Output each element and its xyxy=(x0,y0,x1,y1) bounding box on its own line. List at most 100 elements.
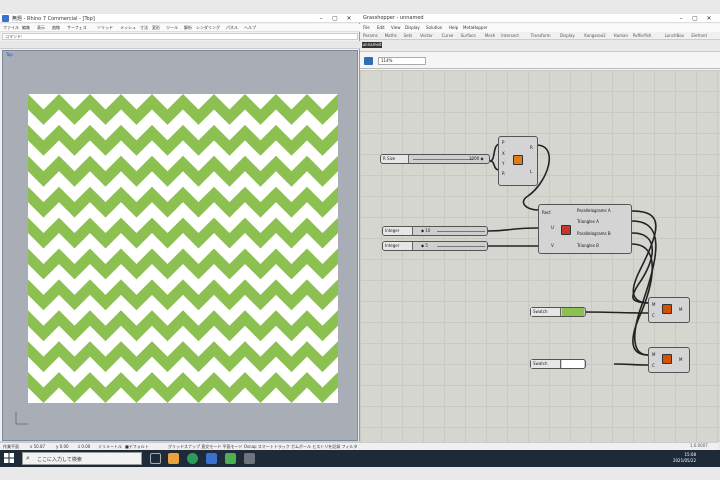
rhino-menu-edit[interactable]: 編集 xyxy=(22,25,30,31)
rect-output-l[interactable]: L xyxy=(530,169,532,174)
gh-minimize-icon[interactable]: – xyxy=(676,15,686,22)
rhino-menu-view[interactable]: 表示 xyxy=(37,25,45,31)
rhino-menu-surface[interactable]: サーフェス xyxy=(67,25,87,31)
gh-tab-6[interactable]: Mesh xyxy=(485,33,496,38)
gh-menu-view[interactable]: View xyxy=(391,25,401,30)
rect-input-p[interactable]: P xyxy=(502,140,504,145)
grid-output-par-b[interactable]: Parallelograms B xyxy=(577,231,611,236)
windows-start-icon[interactable] xyxy=(4,453,14,463)
swatch-white[interactable]: Swatch xyxy=(530,359,586,369)
grasshopper-taskbar-icon[interactable] xyxy=(225,453,236,464)
integer-slider-v-rail[interactable] xyxy=(437,246,485,247)
integer-slider-u-rail[interactable] xyxy=(437,231,485,232)
rhino-menu-mesh[interactable]: メッシュ xyxy=(120,25,136,31)
rhino-menu-dimension[interactable]: 寸法 xyxy=(140,25,148,31)
rhino-menu-solid[interactable]: ソリッド xyxy=(97,25,113,31)
close-icon[interactable]: ✕ xyxy=(344,15,354,22)
preview-2-output[interactable]: M xyxy=(679,357,682,362)
gh-menu-edit[interactable]: Edit xyxy=(377,25,385,30)
triangle-grid-component[interactable]: Rect U V Parallelograms A Triangles A Pa… xyxy=(538,204,632,254)
swatch-green[interactable]: Swatch xyxy=(530,307,586,317)
rhino-menu-analyze[interactable]: 解析 xyxy=(184,25,192,31)
task-view-icon[interactable] xyxy=(150,453,161,464)
rect-input-r[interactable]: R xyxy=(502,171,505,176)
integer-slider-v-value: ◆ 5 xyxy=(421,243,428,248)
gh-tab-7[interactable]: Intersect xyxy=(501,33,519,38)
custom-preview-2[interactable]: M C M xyxy=(648,347,690,373)
integer-slider-u[interactable]: Integer ◆ 10 xyxy=(382,226,488,236)
grid-output-tri-a[interactable]: Triangles A xyxy=(577,219,599,224)
size-slider[interactable]: R Size 1000 ◆ xyxy=(380,154,490,164)
preview-2-input-m[interactable]: M xyxy=(652,352,655,357)
gh-tab-10[interactable]: Kangaroo2 xyxy=(584,33,606,38)
gh-tab-12[interactable]: Pufferfish xyxy=(633,33,652,38)
tray-clock[interactable]: 15:08 2021/05/22 xyxy=(673,452,696,464)
command-line[interactable]: コマンド: xyxy=(2,33,358,40)
gh-tab-3[interactable]: Vector xyxy=(420,33,433,38)
swatch-white-color[interactable] xyxy=(562,360,584,368)
grid-input-u[interactable]: U xyxy=(551,225,554,230)
gh-menu-metahopper[interactable]: MetaHopper xyxy=(463,25,488,30)
size-slider-rail[interactable] xyxy=(413,159,473,160)
gh-tab-4[interactable]: Curve xyxy=(442,33,454,38)
gh-tab-14[interactable]: Elefront xyxy=(691,33,707,38)
gh-close-icon[interactable]: ✕ xyxy=(704,15,714,22)
gh-tab-2[interactable]: Sets xyxy=(404,33,413,38)
taskbar-search-box[interactable]: ⌕ ここに入力して検索 xyxy=(22,452,142,465)
grasshopper-window: Grasshopper - unnamed – ▢ ✕ File Edit Vi… xyxy=(360,14,720,448)
app-taskbar-icon[interactable] xyxy=(244,453,255,464)
rhino-menu-help[interactable]: ヘルプ xyxy=(244,25,256,31)
rect-output-r[interactable]: R xyxy=(530,145,533,150)
size-slider-value: 1000 ◆ xyxy=(469,156,484,161)
gh-tab-9[interactable]: Display xyxy=(560,33,575,38)
top-viewport[interactable]: Top xyxy=(2,50,358,441)
rhino-menu-render[interactable]: レンダリング xyxy=(196,25,220,31)
preview-1-output[interactable]: M xyxy=(679,307,682,312)
swatch-green-color[interactable] xyxy=(562,308,584,316)
gh-tab-13[interactable]: LunchBox xyxy=(665,33,684,38)
gh-version: 1.0.0007 xyxy=(690,443,708,448)
rhino-menu-curve[interactable]: 曲線 xyxy=(52,25,60,31)
preview-1-input-m[interactable]: M xyxy=(652,302,655,307)
grid-icon xyxy=(561,225,571,235)
gh-tab-1[interactable]: Maths xyxy=(385,33,397,38)
status-bar: 作業平面 x 50.87 y 0.00 z 0.00 ミリメートル ■デフォルト… xyxy=(0,442,718,450)
gh-menu-help[interactable]: Help xyxy=(449,25,458,30)
minimize-icon[interactable]: – xyxy=(316,15,326,22)
rhino-menu-file[interactable]: ファイル xyxy=(3,25,19,31)
chrome-icon[interactable] xyxy=(187,453,198,464)
rect-input-y[interactable]: Y xyxy=(502,161,504,166)
gh-canvas[interactable]: R Size 1000 ◆ P X Y R R L Rect U V Paral… xyxy=(360,70,720,442)
integer-slider-v[interactable]: Integer ◆ 5 xyxy=(382,241,488,251)
tray-date: 2021/05/22 xyxy=(672,458,696,463)
rhino-menu-bar: ファイル 編集 表示 曲線 サーフェス ソリッド メッシュ 寸法 変形 ツール … xyxy=(0,24,360,32)
gh-document-tabs: unnamed xyxy=(360,40,720,52)
save-icon[interactable] xyxy=(364,57,373,65)
grid-input-rect[interactable]: Rect xyxy=(542,210,551,215)
preview-1-input-c[interactable]: C xyxy=(652,313,655,318)
gh-document-tab[interactable]: unnamed xyxy=(362,42,382,48)
file-explorer-icon[interactable] xyxy=(168,453,179,464)
rhino-menu-tools[interactable]: ツール xyxy=(166,25,178,31)
gh-tab-11[interactable]: Human xyxy=(614,33,628,38)
gh-menu-solution[interactable]: Solution xyxy=(426,25,442,30)
rectangle-component[interactable]: P X Y R R L xyxy=(498,136,538,186)
gh-tab-8[interactable]: Transform xyxy=(531,33,551,38)
gh-tab-0[interactable]: Params xyxy=(363,33,378,38)
zoom-dropdown[interactable]: 114% xyxy=(378,57,426,65)
rhino-taskbar-icon[interactable] xyxy=(206,453,217,464)
gh-tab-5[interactable]: Surface xyxy=(461,33,476,38)
viewport-label[interactable]: Top xyxy=(6,52,13,57)
rhino-menu-panels[interactable]: パネル xyxy=(226,25,238,31)
maximize-icon[interactable]: ▢ xyxy=(330,15,340,22)
gh-maximize-icon[interactable]: ▢ xyxy=(690,15,700,22)
rhino-menu-transform[interactable]: 変形 xyxy=(152,25,160,31)
custom-preview-1[interactable]: M C M xyxy=(648,297,690,323)
gh-menu-display[interactable]: Display xyxy=(405,25,420,30)
preview-2-input-c[interactable]: C xyxy=(652,363,655,368)
gh-menu-file[interactable]: File xyxy=(363,25,370,30)
grid-output-tri-b[interactable]: Triangles B xyxy=(577,243,599,248)
grid-output-par-a[interactable]: Parallelograms A xyxy=(577,208,611,213)
grid-input-v[interactable]: V xyxy=(551,243,554,248)
rect-input-x[interactable]: X xyxy=(502,151,505,156)
